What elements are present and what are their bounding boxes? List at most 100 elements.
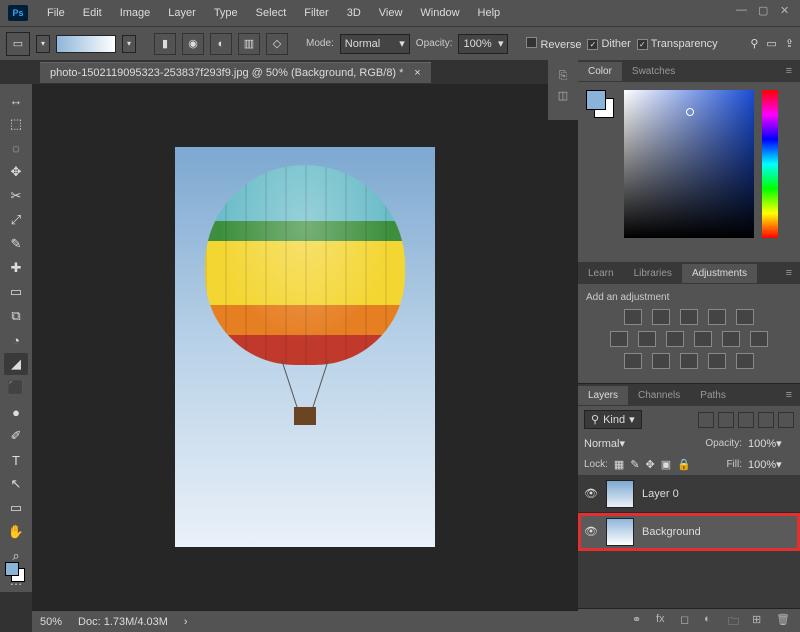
adj-bw-icon[interactable] xyxy=(666,331,684,347)
color-panel-menu-icon[interactable]: ≡ xyxy=(778,61,800,81)
color-panel-swatches[interactable] xyxy=(586,90,616,120)
reverse-checkbox[interactable]: Reverse xyxy=(526,37,581,51)
menu-help[interactable]: Help xyxy=(469,3,510,23)
adj-posterize-icon[interactable] xyxy=(652,353,670,369)
gradient-linear-icon[interactable]: ▮ xyxy=(154,33,176,55)
layer-item[interactable]: 👁 Background xyxy=(578,513,800,551)
menu-file[interactable]: File xyxy=(38,3,74,23)
canvas[interactable] xyxy=(175,147,435,547)
gradient-reflected-icon[interactable]: ▥ xyxy=(238,33,260,55)
tab-color[interactable]: Color xyxy=(578,62,622,81)
marquee-tool[interactable]: ⬚ xyxy=(4,113,28,135)
tab-adjustments[interactable]: Adjustments xyxy=(682,264,757,283)
brush-tool[interactable]: ✚ xyxy=(4,257,28,279)
healing-tool[interactable]: ✎ xyxy=(4,233,28,255)
eyedropper-tool[interactable]: ⤢ xyxy=(4,209,28,231)
search-icon[interactable]: ⚲ xyxy=(750,37,758,50)
adj-exposure-icon[interactable] xyxy=(708,309,726,325)
menu-window[interactable]: Window xyxy=(411,3,468,23)
tab-libraries[interactable]: Libraries xyxy=(624,264,682,283)
layer-thumbnail[interactable] xyxy=(606,480,634,508)
crop-tool[interactable]: ✂ xyxy=(4,185,28,207)
collapsed-panel-icon[interactable]: ⎘ xyxy=(559,70,568,83)
dodge-tool[interactable]: ● xyxy=(4,401,28,423)
path-select-tool[interactable]: ↖ xyxy=(4,473,28,495)
adj-curves-icon[interactable] xyxy=(680,309,698,325)
opacity-field[interactable]: 100%▾ xyxy=(458,34,508,54)
quick-select-tool[interactable]: ✥ xyxy=(4,161,28,183)
adj-brightness-icon[interactable] xyxy=(624,309,642,325)
visibility-icon[interactable]: 👁 xyxy=(584,487,598,501)
filter-pixel-icon[interactable] xyxy=(698,412,714,428)
foreground-swatch[interactable] xyxy=(5,562,19,576)
menu-image[interactable]: Image xyxy=(111,3,160,23)
lock-artboard-icon[interactable]: ▣ xyxy=(661,458,671,471)
tab-close-icon[interactable]: × xyxy=(414,67,420,79)
new-group-icon[interactable]: 🗀 xyxy=(728,613,744,629)
layer-fill-field[interactable]: 100%▾ xyxy=(748,458,794,471)
menu-layer[interactable]: Layer xyxy=(159,3,205,23)
layer-item[interactable]: 👁 Layer 0 xyxy=(578,475,800,513)
maximize-icon[interactable]: ▢ xyxy=(758,4,770,16)
layer-name[interactable]: Layer 0 xyxy=(642,488,679,500)
new-fill-icon[interactable]: ◐ xyxy=(704,613,720,629)
filter-adjust-icon[interactable] xyxy=(718,412,734,428)
gradient-tool[interactable]: ◢ xyxy=(4,353,28,375)
close-icon[interactable]: ✕ xyxy=(780,4,792,16)
color-field[interactable] xyxy=(624,90,754,238)
hand-tool[interactable]: ✋ xyxy=(4,521,28,543)
visibility-icon[interactable]: 👁 xyxy=(584,525,598,539)
pen-tool[interactable]: ✐ xyxy=(4,425,28,447)
eraser-tool[interactable]: ◔ xyxy=(4,329,28,351)
tab-learn[interactable]: Learn xyxy=(578,264,624,283)
zoom-level[interactable]: 50% xyxy=(40,616,62,628)
layers-menu-icon[interactable]: ≡ xyxy=(778,385,800,405)
tool-preset-dropdown[interactable]: ▾ xyxy=(36,35,50,53)
collapsed-panel-icon-2[interactable]: ◫ xyxy=(558,89,568,102)
filter-shape-icon[interactable] xyxy=(758,412,774,428)
tab-layers[interactable]: Layers xyxy=(578,386,628,405)
adj-invert-icon[interactable] xyxy=(624,353,642,369)
gradient-diamond-icon[interactable]: ◇ xyxy=(266,33,288,55)
adj-threshold-icon[interactable] xyxy=(680,353,698,369)
type-tool[interactable]: T xyxy=(4,449,28,471)
menu-type[interactable]: Type xyxy=(205,3,247,23)
move-tool[interactable]: ↔ xyxy=(4,89,28,111)
adj-channelmix-icon[interactable] xyxy=(722,331,740,347)
lock-position-icon[interactable]: ✥ xyxy=(646,458,655,471)
menu-select[interactable]: Select xyxy=(247,3,296,23)
menu-edit[interactable]: Edit xyxy=(74,3,111,23)
workspace-icon[interactable]: ▭ xyxy=(766,37,776,50)
adj-colorbalance-icon[interactable] xyxy=(638,331,656,347)
layer-opacity-field[interactable]: 100%▾ xyxy=(748,437,794,450)
layer-name[interactable]: Background xyxy=(642,526,701,538)
adj-gradientmap-icon[interactable] xyxy=(708,353,726,369)
gradient-radial-icon[interactable]: ◉ xyxy=(182,33,204,55)
clone-tool[interactable]: ▭ xyxy=(4,281,28,303)
menu-3d[interactable]: 3D xyxy=(338,3,370,23)
adj-selectivecolor-icon[interactable] xyxy=(736,353,754,369)
blend-mode-select[interactable]: Normal▾ xyxy=(340,34,410,54)
dither-checkbox[interactable]: Dither xyxy=(587,38,630,50)
adj-levels-icon[interactable] xyxy=(652,309,670,325)
blur-tool[interactable]: ⬛ xyxy=(4,377,28,399)
hue-slider[interactable] xyxy=(762,90,778,238)
layer-thumbnail[interactable] xyxy=(606,518,634,546)
minimize-icon[interactable]: — xyxy=(736,4,748,16)
gradient-preview[interactable] xyxy=(56,35,116,53)
tab-channels[interactable]: Channels xyxy=(628,386,690,405)
filter-smart-icon[interactable] xyxy=(778,412,794,428)
lock-all-icon[interactable]: 🔒 xyxy=(677,458,691,471)
transparency-checkbox[interactable]: Transparency xyxy=(637,38,718,50)
layer-filter-select[interactable]: ⚲ Kind ▾ xyxy=(584,410,642,429)
history-brush-tool[interactable]: ⧉ xyxy=(4,305,28,327)
lasso-tool[interactable]: ◌ xyxy=(4,137,28,159)
menu-filter[interactable]: Filter xyxy=(295,3,337,23)
layer-style-icon[interactable]: fx xyxy=(656,613,672,629)
delete-layer-icon[interactable]: 🗑 xyxy=(776,613,792,629)
layer-blend-select[interactable]: Normal▾ xyxy=(584,437,664,450)
adj-colorlookup-icon[interactable] xyxy=(750,331,768,347)
gradient-angle-icon[interactable]: ◐ xyxy=(210,33,232,55)
doc-size[interactable]: Doc: 1.73M/4.03M xyxy=(78,616,168,628)
current-tool-icon[interactable]: ▭ xyxy=(6,32,30,56)
